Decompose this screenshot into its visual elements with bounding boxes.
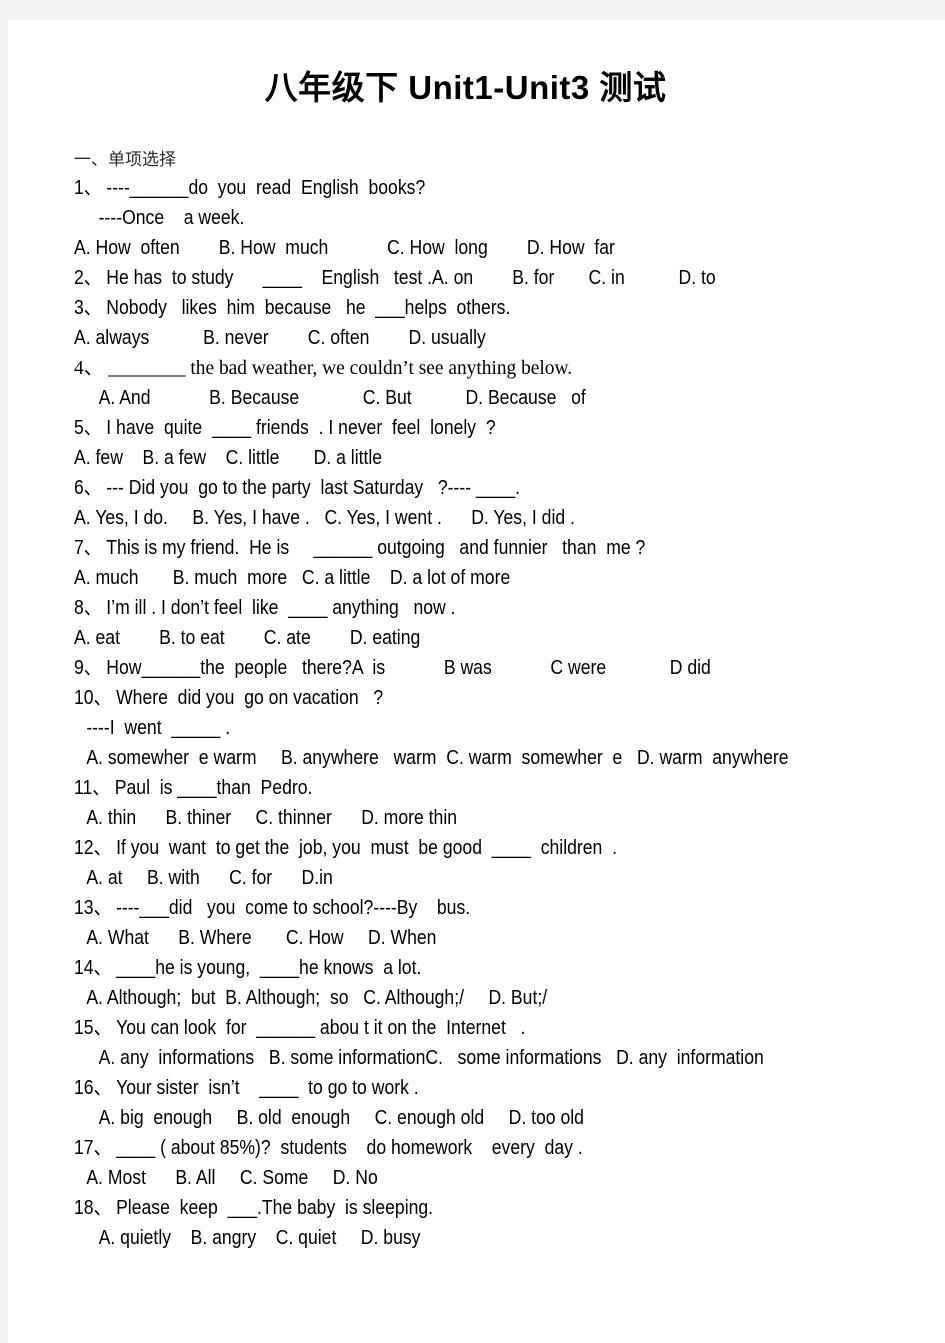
question-line: A. Yes, I do. B. Yes, I have . C. Yes, I… (74, 507, 575, 529)
question-line: 7、 This is my friend. He is ______ outgo… (74, 537, 646, 559)
question-line: 1、 ----______do you read English books? (74, 177, 426, 199)
question-line: 17、 ____ ( about 85%)? students do homew… (74, 1137, 583, 1159)
question-line: 10、 Where did you go on vacation ? (74, 687, 384, 709)
question-body: 一、单项选择 1、 ----______do you read English … (8, 146, 945, 1253)
question-line: 15、 You can look for ______ abou t it on… (74, 1017, 526, 1039)
page-title: 八年级下 Unit1-Unit3 测试 (264, 69, 667, 106)
question-line: 4、 ________ the bad weather, we couldn’t… (74, 357, 573, 379)
question-line: 11、 Paul is ____than Pedro. (74, 777, 313, 799)
question-line: A. thin B. thiner C. thinner D. more thi… (86, 807, 458, 829)
question-line: 13、 ----___did you come to school?----By… (74, 897, 471, 919)
question-line: 9、 How______the people there?A is B was … (74, 657, 711, 679)
question-line: 14、 ____he is young, ____he knows a lot. (74, 957, 422, 979)
question-line: A. any informations B. some informationC… (98, 1047, 764, 1069)
question-line: A. How often B. How much C. How long D. … (74, 237, 615, 259)
question-line: A. quietly B. angry C. quiet D. busy (98, 1227, 421, 1249)
question-line: A. always B. never C. often D. usually (74, 327, 486, 349)
question-line: ----I went _____ . (86, 717, 231, 739)
question-line-list: 1、 ----______do you read English books? -… (74, 173, 945, 1253)
question-line: A. Most B. All C. Some D. No (86, 1167, 378, 1189)
question-line: A. eat B. to eat C. ate D. eating (74, 627, 421, 649)
question-line: 3、 Nobody likes him because he ___helps … (74, 297, 511, 319)
question-line: ----Once a week. (98, 207, 245, 229)
document-page: 八年级下 Unit1-Unit3 测试 一、单项选择 1、 ----______… (8, 20, 945, 1343)
question-line: A. few B. a few C. little D. a little (74, 447, 383, 469)
section-heading-single-choice: 一、单项选择 (74, 150, 176, 169)
question-line: A. And B. Because C. But D. Because of (98, 387, 586, 409)
question-line: 2、 He has to study ____ English test .A.… (74, 267, 716, 289)
question-line: A. at B. with C. for D.in (86, 867, 333, 889)
question-line: 5、 I have quite ____ friends . I never f… (74, 417, 496, 439)
question-line: 12、 If you want to get the job, you must… (74, 837, 618, 859)
question-line: A. What B. Where C. How D. When (86, 927, 437, 949)
question-line: A. somewher e warm B. anywhere warm C. w… (86, 747, 789, 769)
question-line: 8、 I’m ill . I don’t feel like ____ anyt… (74, 597, 456, 619)
question-line: 6、 --- Did you go to the party last Satu… (74, 477, 521, 499)
question-line: A. Although; but B. Although; so C. Alth… (86, 987, 548, 1009)
question-line: 16、 Your sister isn’t ____ to go to work… (74, 1077, 419, 1099)
question-line: A. big enough B. old enough C. enough ol… (98, 1107, 584, 1129)
question-line: 18、 Please keep ___.The baby is sleeping… (74, 1197, 434, 1219)
question-line: A. much B. much more C. a little D. a lo… (74, 567, 511, 589)
